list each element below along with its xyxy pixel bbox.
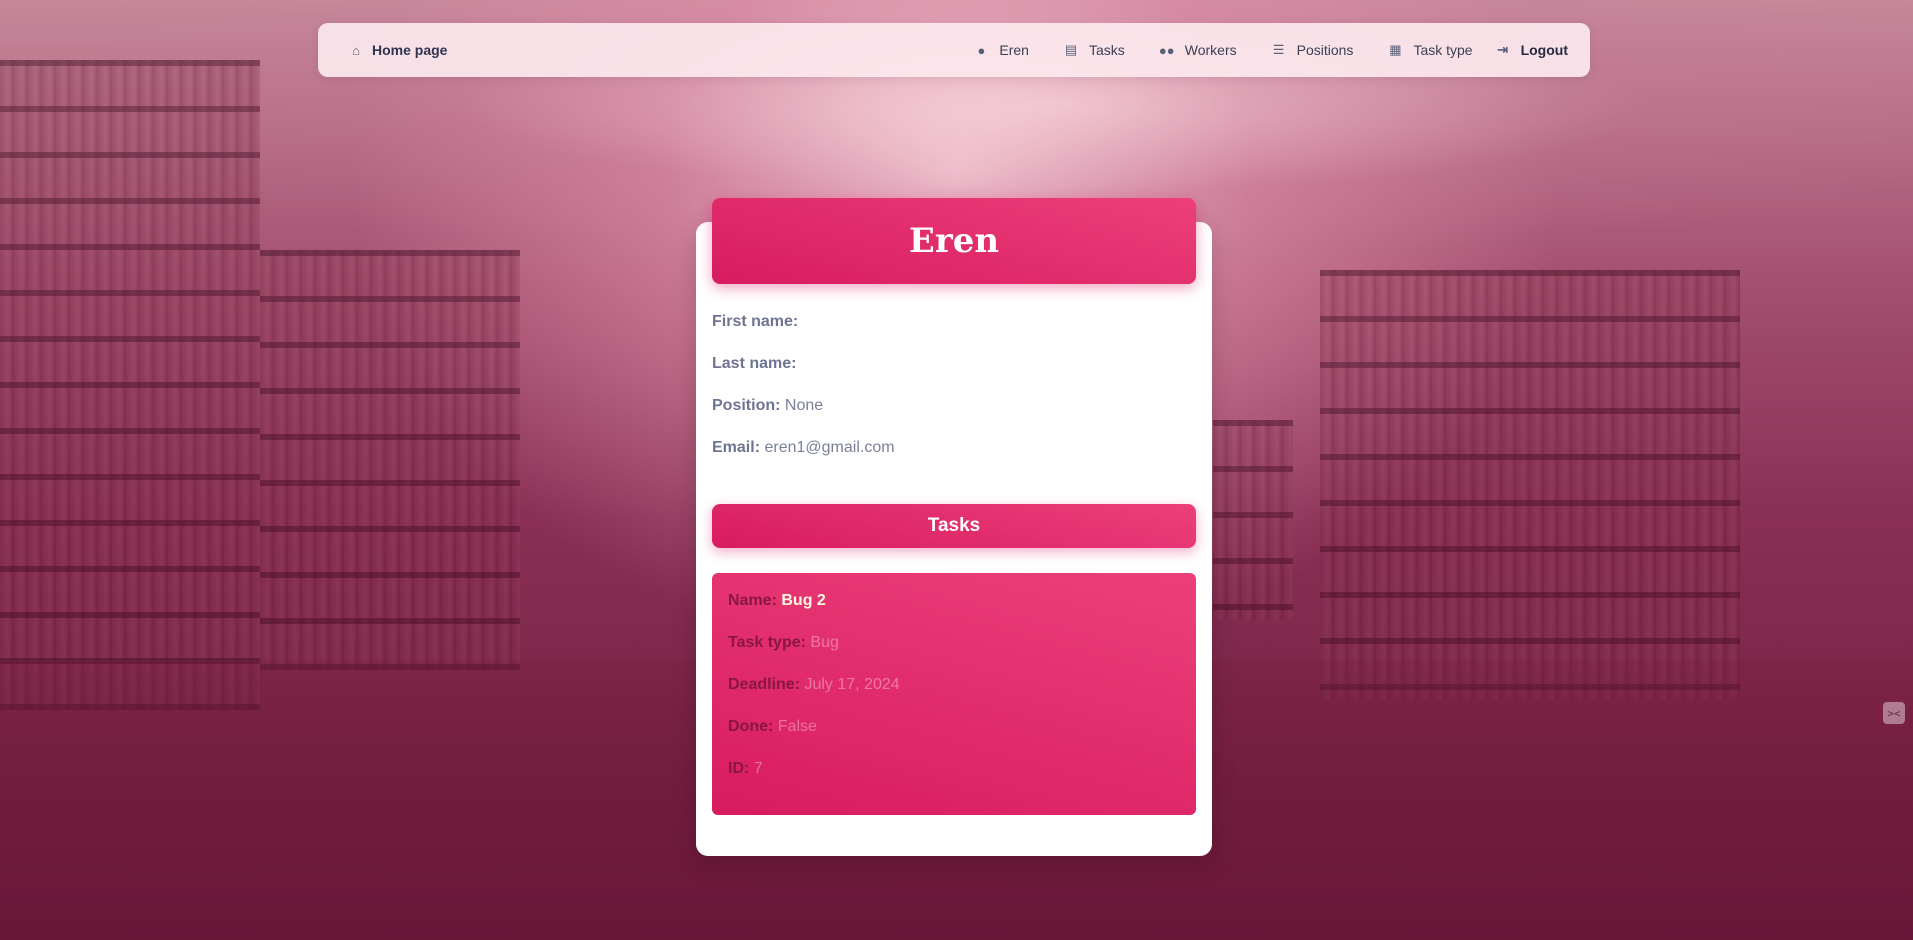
- task-id-label: ID:: [728, 760, 750, 777]
- nav-workers-label: Workers: [1184, 42, 1237, 58]
- nav-tasks-label: Tasks: [1088, 42, 1125, 58]
- list-icon: ☰: [1272, 42, 1285, 57]
- tasks-header: Tasks: [712, 504, 1196, 548]
- task-type-value: Bug: [810, 634, 839, 651]
- position-row: Position: None: [712, 396, 1192, 416]
- profile-card: Eren First name: Last name: Position: No…: [696, 198, 1212, 856]
- task-deadline-row: Deadline: July 17, 2024: [728, 675, 1180, 695]
- nav-positions-label: Positions: [1296, 42, 1354, 58]
- profile-header: Eren: [712, 198, 1196, 284]
- task-done-label: Done:: [728, 718, 774, 735]
- task-deadline-label: Deadline:: [728, 676, 801, 693]
- dashboard-icon: ▦: [1389, 42, 1402, 57]
- logout-label: Logout: [1520, 42, 1568, 58]
- nav-tasks-link[interactable]: ▤ Tasks: [1063, 42, 1125, 58]
- task-done-value: False: [777, 718, 817, 735]
- task-done-row: Done: False: [728, 717, 1180, 737]
- task-type-label: Task type:: [728, 634, 806, 651]
- collapse-icon[interactable]: ><: [1883, 702, 1905, 724]
- nav-home-label: Home page: [372, 42, 448, 58]
- email-row: Email: eren1@gmail.com: [712, 438, 1192, 458]
- email-value: eren1@gmail.com: [764, 439, 895, 456]
- task-deadline-value: July 17, 2024: [804, 676, 900, 693]
- email-label: Email:: [712, 439, 761, 456]
- top-navbar: ⌂ Home page ● Eren ▤ Tasks ●● Workers ☰ …: [318, 23, 1590, 77]
- task-type-row: Task type: Bug: [728, 633, 1180, 653]
- last-name-label: Last name:: [712, 355, 797, 372]
- task-name-row: Name: Bug 2: [728, 591, 1180, 611]
- bookshelf-far: [1213, 420, 1293, 620]
- task-id-row: ID: 7: [728, 759, 1180, 779]
- home-icon: ⌂: [352, 42, 360, 58]
- first-name-row: First name:: [712, 312, 1192, 332]
- task-name-label: Name:: [728, 592, 777, 609]
- nav-home-link[interactable]: ⌂ Home page: [348, 42, 447, 58]
- group-icon: ●●: [1158, 42, 1175, 58]
- task-name-value: Bug 2: [781, 592, 826, 609]
- profile-info: First name: Last name: Position: None Em…: [712, 312, 1192, 480]
- bookshelf-right: [1320, 270, 1740, 700]
- logout-button[interactable]: ⇥ Logout: [1495, 42, 1568, 58]
- nav-profile-link[interactable]: ● Eren: [973, 42, 1029, 58]
- logout-icon: ⇥: [1497, 42, 1509, 57]
- task-item: Name: Bug 2 Task type: Bug Deadline: Jul…: [712, 573, 1196, 815]
- person-icon: ●: [977, 42, 986, 58]
- position-value: None: [784, 397, 824, 414]
- clipboard-icon: ▤: [1064, 42, 1078, 57]
- nav-profile-label: Eren: [999, 42, 1029, 58]
- tasks-heading: Tasks: [927, 515, 981, 536]
- nav-task-type-label: Task type: [1413, 42, 1473, 58]
- task-id-value: 7: [753, 760, 763, 777]
- nav-task-type-link[interactable]: ▦ Task type: [1387, 42, 1472, 58]
- bookshelf-left: [0, 60, 260, 710]
- bookshelf-left-inner: [260, 250, 520, 670]
- nav-positions-link[interactable]: ☰ Positions: [1271, 42, 1354, 58]
- nav-right-group: ● Eren ▤ Tasks ●● Workers ☰ Positions ▦ …: [973, 42, 1568, 58]
- nav-workers-link[interactable]: ●● Workers: [1159, 42, 1237, 58]
- profile-title: Eren: [908, 221, 1000, 261]
- first-name-label: First name:: [712, 313, 799, 330]
- last-name-row: Last name:: [712, 354, 1192, 374]
- position-label: Position:: [712, 397, 781, 414]
